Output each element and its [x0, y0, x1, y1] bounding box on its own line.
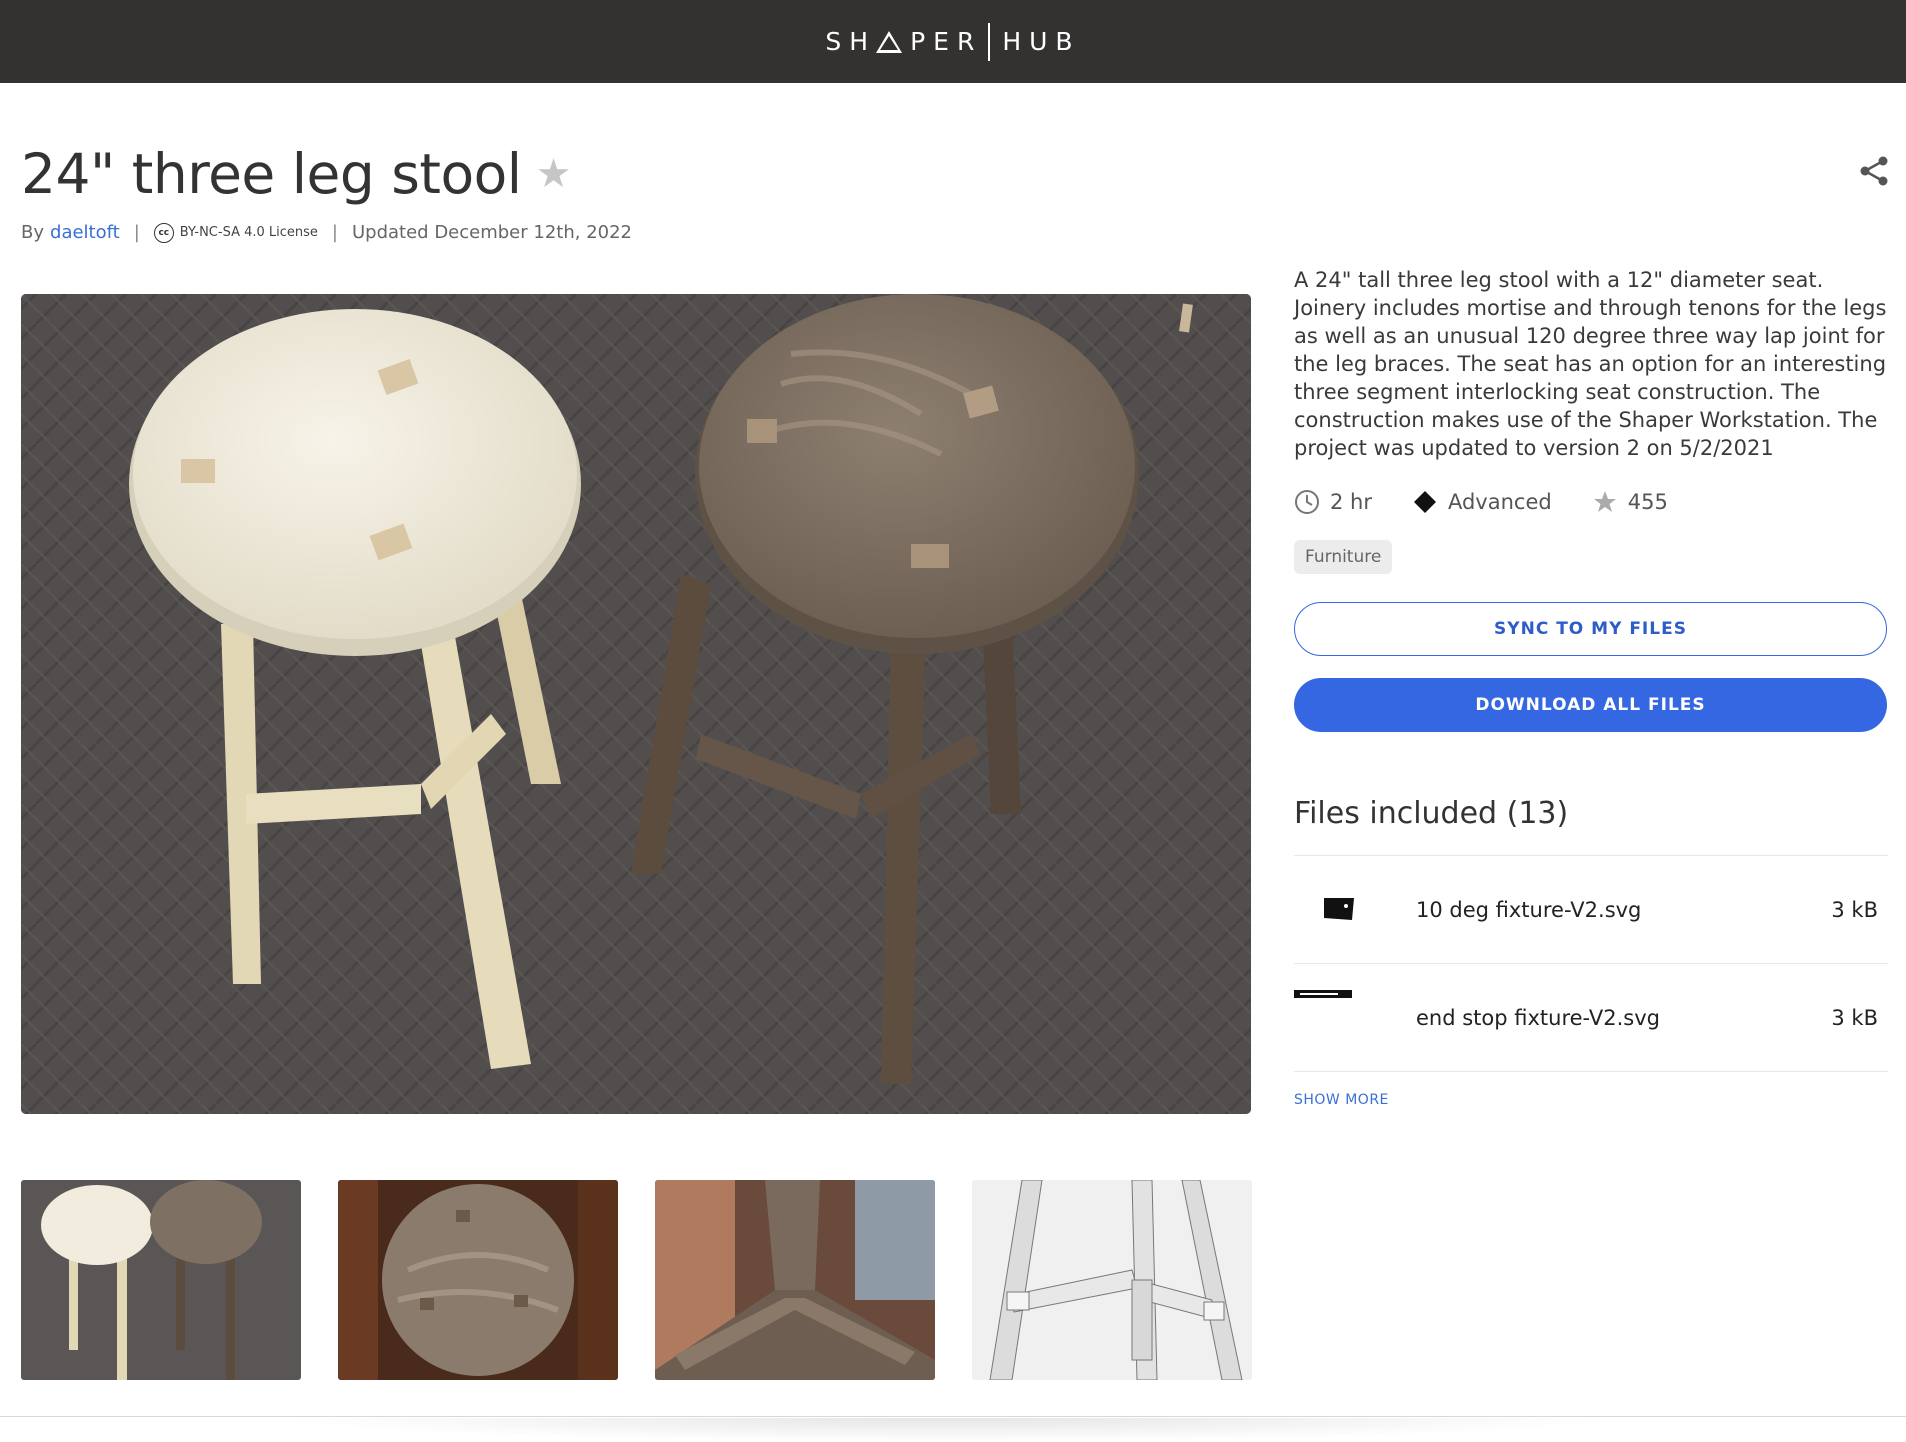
difficulty-value: Advanced — [1447, 490, 1552, 514]
meta-divider: | — [331, 222, 338, 243]
page-title: 24" three leg stool — [21, 142, 522, 206]
download-all-files-button[interactable]: DOWNLOAD ALL FILES — [1294, 678, 1887, 732]
top-navigation-bar: SH PER HUB — [0, 0, 1906, 83]
updated-date: Updated December 12th, 2022 — [351, 222, 633, 243]
page-bottom-divider — [0, 1416, 1906, 1417]
logo-text-mid: PER — [910, 27, 983, 56]
project-stats: 2 hr Advanced 455 — [1294, 482, 1888, 522]
thumbnail-2[interactable] — [338, 1180, 618, 1380]
meta-divider: | — [133, 222, 140, 243]
thumbnail-3[interactable] — [655, 1180, 935, 1380]
sync-to-my-files-button[interactable]: SYNC TO MY FILES — [1294, 602, 1887, 656]
file-size: 3 kB — [1831, 897, 1878, 922]
stool-photo — [21, 294, 1251, 1114]
diamond-icon — [1413, 491, 1436, 513]
author-link[interactable]: daeltoft — [50, 222, 120, 243]
clock-icon — [1295, 490, 1319, 514]
favorites-count: 455 — [1627, 490, 1668, 514]
show-more-link[interactable]: SHOW MORE — [1294, 1092, 1389, 1108]
difficulty-stat: Advanced — [1412, 489, 1552, 515]
file-size: 3 kB — [1831, 1005, 1878, 1030]
logo-text-right: HUB — [1002, 27, 1081, 56]
time-stat: 2 hr — [1294, 489, 1372, 515]
file-name: end stop fixture-V2.svg — [1416, 1005, 1661, 1030]
title-row: 24" three leg stool ★ — [21, 142, 571, 206]
file-row[interactable]: 10 deg fixture-V2.svg 3 kB — [1294, 856, 1888, 964]
svg-file-preview-icon — [1308, 890, 1368, 930]
logo-triangle-icon — [876, 30, 903, 53]
category-tag[interactable]: Furniture — [1294, 540, 1393, 574]
creative-commons-icon: cc — [153, 222, 174, 243]
bottom-shadow — [280, 1418, 1620, 1442]
project-meta: By daeltoft | cc BY-NC-SA 4.0 License | … — [21, 222, 632, 243]
file-name: 10 deg fixture-V2.svg — [1416, 897, 1642, 922]
star-icon — [1593, 491, 1616, 512]
project-details: A 24" tall three leg stool with a 12" di… — [1294, 266, 1888, 1109]
project-description: A 24" tall three leg stool with a 12" di… — [1294, 268, 1887, 460]
license-link[interactable]: BY-NC-SA 4.0 License — [180, 225, 318, 240]
shaper-hub-logo[interactable]: SH PER HUB — [825, 22, 1081, 61]
by-label: By — [21, 222, 45, 243]
main-project-image[interactable] — [21, 294, 1251, 1114]
share-icon[interactable] — [1858, 155, 1890, 187]
logo-divider — [988, 22, 991, 61]
logo-text-left: SH — [825, 27, 877, 56]
files-included-heading: Files included (13) — [1294, 796, 1569, 831]
thumbnail-1[interactable] — [21, 1180, 301, 1380]
favorites-stat: 455 — [1592, 489, 1668, 515]
svg-file-preview-icon — [1294, 989, 1354, 1038]
file-list: 10 deg fixture-V2.svg 3 kB end stop fixt… — [1294, 855, 1888, 1072]
file-row[interactable]: end stop fixture-V2.svg 3 kB — [1294, 964, 1888, 1072]
favorite-star-icon[interactable]: ★ — [536, 151, 572, 197]
thumbnail-strip — [21, 1180, 1252, 1380]
thumbnail-4[interactable] — [972, 1180, 1252, 1380]
time-value: 2 hr — [1330, 490, 1372, 514]
